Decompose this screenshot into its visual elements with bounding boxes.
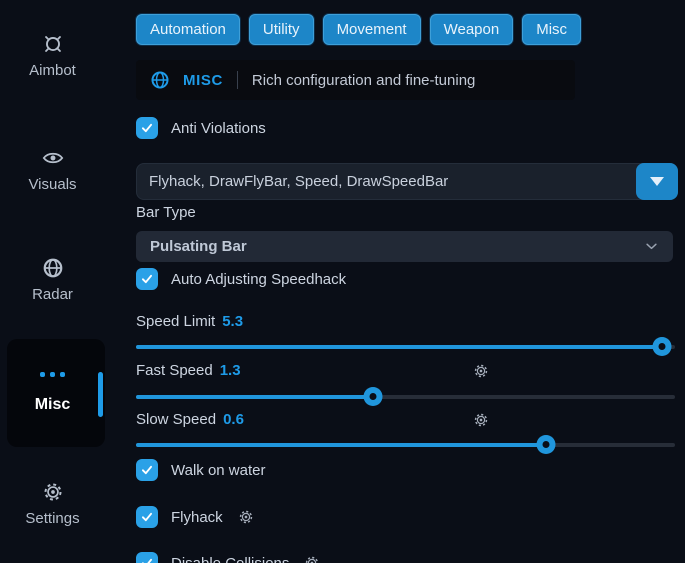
gear-icon[interactable] xyxy=(238,509,254,525)
sidebar-item-aimbot[interactable]: Aimbot xyxy=(0,33,105,79)
checkbox-checked[interactable] xyxy=(136,268,158,290)
slider-handle[interactable] xyxy=(536,435,555,454)
globe-icon xyxy=(150,70,170,90)
slider-fill xyxy=(136,345,662,349)
gear-icon[interactable] xyxy=(304,555,320,563)
section-subtitle: Rich configuration and fine-tuning xyxy=(252,72,475,89)
checkbox-row-walk-on-water[interactable]: Walk on water xyxy=(136,459,265,481)
sidebar-item-label: Visuals xyxy=(28,176,76,193)
bar-type-select[interactable]: Pulsating Bar xyxy=(136,231,673,262)
sidebar-item-radar[interactable]: Radar xyxy=(0,257,105,303)
tab-movement[interactable]: Movement xyxy=(323,14,421,45)
sidebar-item-label: Aimbot xyxy=(29,62,76,79)
crosshair-icon xyxy=(42,33,64,55)
gear-icon[interactable] xyxy=(473,363,489,379)
sidebar-item-settings[interactable]: Settings xyxy=(0,481,105,527)
header-divider xyxy=(237,71,238,89)
section-header: MISC Rich configuration and fine-tuning xyxy=(136,60,575,100)
fast-speed-label: Fast Speed 1.3 xyxy=(136,362,241,379)
checkbox-checked[interactable] xyxy=(136,552,158,563)
feature-multiselect[interactable]: Flyhack, DrawFlyBar, Speed, DrawSpeedBar xyxy=(136,163,678,200)
check-icon xyxy=(140,463,154,477)
category-tabs: Automation Utility Movement Weapon Misc xyxy=(136,14,581,45)
check-icon xyxy=(140,556,154,563)
tab-weapon[interactable]: Weapon xyxy=(430,14,514,45)
slider-fill xyxy=(136,443,546,447)
fast-speed-slider[interactable] xyxy=(136,387,675,406)
eye-icon xyxy=(42,147,64,169)
tab-misc[interactable]: Misc xyxy=(522,14,581,45)
slider-value: 5.3 xyxy=(222,313,243,330)
tab-utility[interactable]: Utility xyxy=(249,14,314,45)
sidebar-item-visuals[interactable]: Visuals xyxy=(0,147,105,193)
checkbox-row-anti-violations[interactable]: Anti Violations xyxy=(136,117,266,139)
slider-name: Fast Speed xyxy=(136,362,213,379)
sidebar: Aimbot Visuals Radar Misc Settings xyxy=(0,0,112,563)
slider-fill xyxy=(136,395,373,399)
dots-icon xyxy=(7,372,98,377)
dropdown-triangle-icon xyxy=(650,177,664,186)
checkbox-row-flyhack[interactable]: Flyhack xyxy=(136,506,254,528)
checkbox-label: Walk on water xyxy=(171,462,265,479)
globe-icon xyxy=(42,257,64,279)
slow-speed-label: Slow Speed 0.6 xyxy=(136,411,244,428)
slider-name: Slow Speed xyxy=(136,411,216,428)
checkbox-checked[interactable] xyxy=(136,459,158,481)
check-icon xyxy=(140,121,154,135)
slider-value: 1.3 xyxy=(220,362,241,379)
multiselect-value: Flyhack, DrawFlyBar, Speed, DrawSpeedBar xyxy=(149,173,448,190)
tab-automation[interactable]: Automation xyxy=(136,14,240,45)
speed-limit-slider[interactable] xyxy=(136,337,675,356)
sidebar-item-label: Settings xyxy=(25,510,79,527)
gear-icon[interactable] xyxy=(473,412,489,428)
select-value: Pulsating Bar xyxy=(150,238,247,255)
bar-type-label: Bar Type xyxy=(136,204,196,221)
checkbox-label: Disable Collisions xyxy=(171,555,289,563)
cheat-menu-window: Aimbot Visuals Radar Misc Settings Autom… xyxy=(0,0,685,563)
checkbox-checked[interactable] xyxy=(136,506,158,528)
slow-speed-slider[interactable] xyxy=(136,435,675,454)
section-title: MISC xyxy=(183,72,223,89)
check-icon xyxy=(140,510,154,524)
chevron-down-icon xyxy=(644,239,659,254)
dropdown-open-button[interactable] xyxy=(636,163,678,200)
check-icon xyxy=(140,272,154,286)
slider-name: Speed Limit xyxy=(136,313,215,330)
checkbox-checked[interactable] xyxy=(136,117,158,139)
checkbox-row-disable-collisions[interactable]: Disable Collisions xyxy=(136,552,320,563)
checkbox-label: Flyhack xyxy=(171,509,223,526)
checkbox-row-auto-adjusting-speedhack[interactable]: Auto Adjusting Speedhack xyxy=(136,268,346,290)
sidebar-item-misc-active[interactable]: Misc xyxy=(7,339,105,447)
slider-value: 0.6 xyxy=(223,411,244,428)
checkbox-label: Auto Adjusting Speedhack xyxy=(171,271,346,288)
slider-handle[interactable] xyxy=(364,387,383,406)
sidebar-item-label: Radar xyxy=(32,286,73,303)
sidebar-item-label: Misc xyxy=(7,396,98,414)
slider-handle[interactable] xyxy=(652,337,671,356)
active-accent-bar xyxy=(98,372,103,417)
gear-icon xyxy=(42,481,64,503)
speed-limit-label: Speed Limit 5.3 xyxy=(136,313,243,330)
checkbox-label: Anti Violations xyxy=(171,120,266,137)
